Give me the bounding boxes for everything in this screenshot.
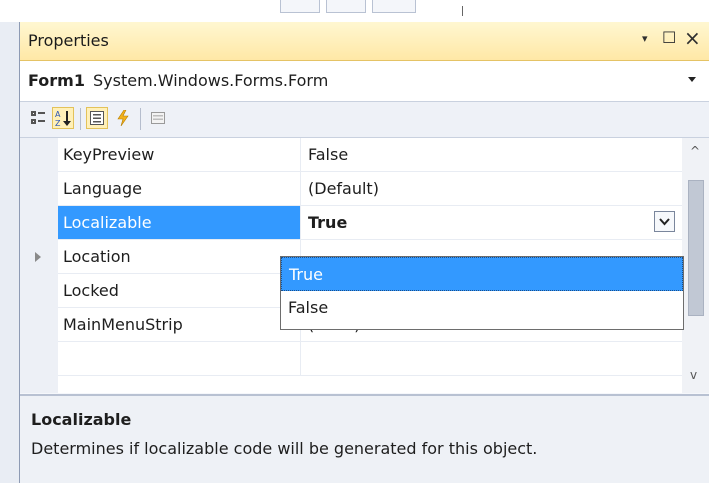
property-name: MainMenuStrip (63, 315, 183, 334)
description-pane: Localizable Determines if localizable co… (20, 394, 709, 483)
value-dropdown-list: True False (280, 256, 684, 330)
property-row-localizable[interactable]: Localizable True (58, 206, 682, 240)
toolbar-separator (140, 108, 141, 130)
properties-titlebar: Properties ▾ ☐ × (20, 22, 709, 61)
events-icon (117, 110, 129, 126)
property-name: Locked (63, 281, 119, 300)
editor-tool-button[interactable] (280, 0, 320, 13)
property-name: Localizable (63, 213, 152, 232)
property-row-partial[interactable] (58, 342, 682, 376)
properties-icon (90, 111, 104, 125)
window-title: Properties (28, 31, 109, 50)
object-selector[interactable]: Form1 System.Windows.Forms.Form (20, 61, 709, 102)
object-type: System.Windows.Forms.Form (93, 71, 329, 90)
scroll-up-icon[interactable]: ^ (690, 144, 700, 158)
editor-toolbar-strip (0, 0, 709, 22)
property-name: Language (63, 179, 142, 198)
events-button[interactable] (112, 107, 134, 129)
property-value-combo[interactable]: True (308, 213, 347, 232)
column-divider (300, 206, 301, 240)
chevron-down-icon (659, 217, 670, 225)
description-text: Determines if localizable code will be g… (31, 439, 538, 458)
text-cursor (462, 6, 463, 16)
property-value[interactable]: (Default) (308, 179, 379, 198)
column-divider (300, 342, 301, 376)
close-icon[interactable]: × (684, 26, 701, 50)
property-name: Location (63, 247, 131, 266)
left-edge-panel (0, 22, 20, 483)
svg-text:A: A (55, 110, 61, 119)
property-row-language[interactable]: Language (Default) (58, 172, 682, 206)
maximize-icon[interactable]: ☐ (662, 28, 676, 47)
chevron-down-icon[interactable] (688, 77, 696, 82)
property-name: KeyPreview (63, 145, 155, 164)
window-position-dropdown-icon[interactable]: ▾ (642, 32, 648, 45)
properties-window: Properties ▾ ☐ × Form1 System.Windows.Fo… (19, 22, 709, 483)
scroll-down-icon[interactable]: v (690, 368, 697, 382)
screen: Properties ▾ ☐ × Form1 System.Windows.Fo… (0, 0, 709, 483)
scroll-thumb[interactable] (688, 180, 704, 316)
object-name: Form1 (28, 71, 85, 90)
property-row-keypreview[interactable]: KeyPreview False (58, 138, 682, 172)
description-title: Localizable (31, 410, 132, 429)
dropdown-option-false[interactable]: False (281, 291, 683, 325)
property-pages-button (147, 107, 169, 129)
alphabetical-icon: A Z (55, 110, 71, 127)
property-pages-icon (151, 112, 165, 124)
column-divider (300, 172, 301, 206)
editor-tool-button[interactable] (326, 0, 366, 13)
value-dropdown-button[interactable] (654, 211, 675, 232)
dropdown-option-true[interactable]: True (281, 257, 683, 291)
categorized-button[interactable] (27, 107, 49, 129)
categorized-icon (31, 111, 45, 124)
grid-scrollbar[interactable]: ^ v (682, 138, 709, 393)
properties-toolbar: A Z (20, 102, 709, 138)
grid-gutter (20, 138, 58, 393)
editor-tool-button[interactable] (372, 0, 416, 13)
alphabetical-button[interactable]: A Z (52, 107, 74, 129)
expand-arrow-icon[interactable] (35, 252, 41, 262)
property-value[interactable]: False (308, 145, 348, 164)
column-divider (300, 138, 301, 172)
option-label: True (289, 265, 323, 284)
properties-button[interactable] (86, 107, 108, 129)
option-label: False (288, 298, 329, 317)
svg-text:Z: Z (55, 119, 61, 127)
toolbar-separator (80, 108, 81, 130)
